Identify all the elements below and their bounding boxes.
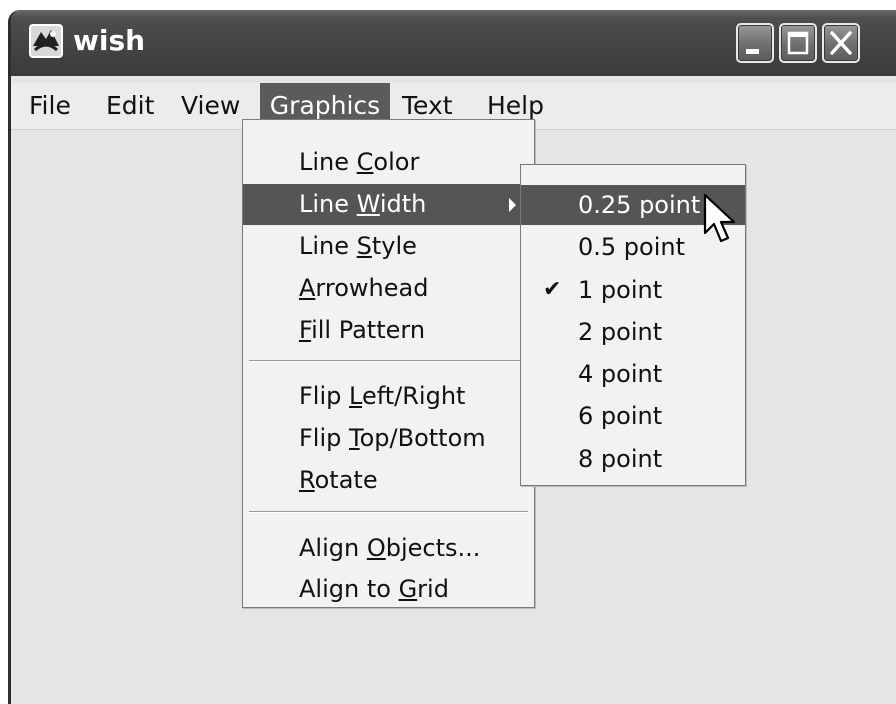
submenu-item-2-point[interactable]: 2 point bbox=[521, 312, 745, 352]
window-title: wish bbox=[73, 24, 146, 57]
menu-item-flip-left-right[interactable]: Flip Left/Right bbox=[243, 376, 534, 417]
checkmark-icon: ✔ bbox=[543, 277, 562, 302]
submenu-item-8-point[interactable]: 8 point bbox=[521, 439, 745, 479]
minimize-icon bbox=[746, 49, 759, 54]
menu-item-rotate[interactable]: Rotate bbox=[243, 460, 534, 501]
menu-item-flip-top-bottom[interactable]: Flip Top/Bottom bbox=[243, 418, 534, 459]
mouse-pointer-icon bbox=[703, 193, 736, 243]
menu-view[interactable]: View bbox=[174, 83, 247, 129]
menu-item-line-width[interactable]: Line Width bbox=[243, 184, 534, 225]
submenu-item-1-point[interactable]: ✔ 1 point bbox=[521, 270, 745, 310]
menu-edit[interactable]: Edit bbox=[99, 83, 161, 129]
menu-item-arrowhead[interactable]: Arrowhead bbox=[243, 268, 534, 309]
menu-item-align-to-grid[interactable]: Align to Grid bbox=[243, 569, 534, 610]
menu-item-fill-pattern[interactable]: Fill Pattern bbox=[243, 310, 534, 351]
menu-item-line-color[interactable]: Line Color bbox=[243, 142, 534, 183]
close-button[interactable] bbox=[822, 23, 860, 63]
title-bar[interactable]: wish bbox=[11, 10, 896, 76]
submenu-item-4-point[interactable]: 4 point bbox=[521, 354, 745, 394]
submenu-item-6-point[interactable]: 6 point bbox=[521, 396, 745, 436]
menu-file[interactable]: File bbox=[22, 83, 78, 129]
minimize-button[interactable] bbox=[736, 23, 774, 63]
wish-app-icon bbox=[29, 24, 63, 58]
close-icon bbox=[830, 31, 852, 55]
graphics-dropdown-menu: Line Color Line Width Line Style Arrowhe… bbox=[242, 119, 535, 608]
maximize-icon bbox=[787, 31, 809, 55]
menu-item-align-objects[interactable]: Align Objects... bbox=[243, 528, 534, 569]
menu-item-line-style[interactable]: Line Style bbox=[243, 226, 534, 267]
submenu-arrow-icon bbox=[509, 198, 516, 212]
maximize-button[interactable] bbox=[779, 23, 817, 63]
menu-separator bbox=[249, 360, 528, 362]
menu-separator bbox=[249, 511, 528, 513]
